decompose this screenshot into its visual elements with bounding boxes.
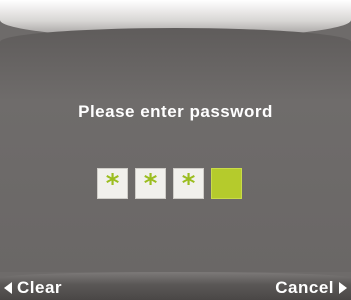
clear-softkey[interactable]: Clear [4,278,62,298]
pin-digit-4-cursor[interactable] [211,168,242,199]
password-screen: Please enter password * * * Clear Cancel [0,0,351,300]
triangle-left-icon [4,282,12,294]
pin-digit-1: * [97,168,128,199]
triangle-right-icon [339,282,347,294]
clear-label: Clear [17,278,63,297]
password-prompt: Please enter password [78,102,273,121]
cancel-label: Cancel [275,278,334,297]
pin-digit-3: * [173,168,204,199]
cancel-softkey[interactable]: Cancel [275,278,347,298]
password-entry[interactable]: * * * [97,168,242,202]
pin-digit-2: * [135,168,166,199]
content-panel [0,28,351,272]
